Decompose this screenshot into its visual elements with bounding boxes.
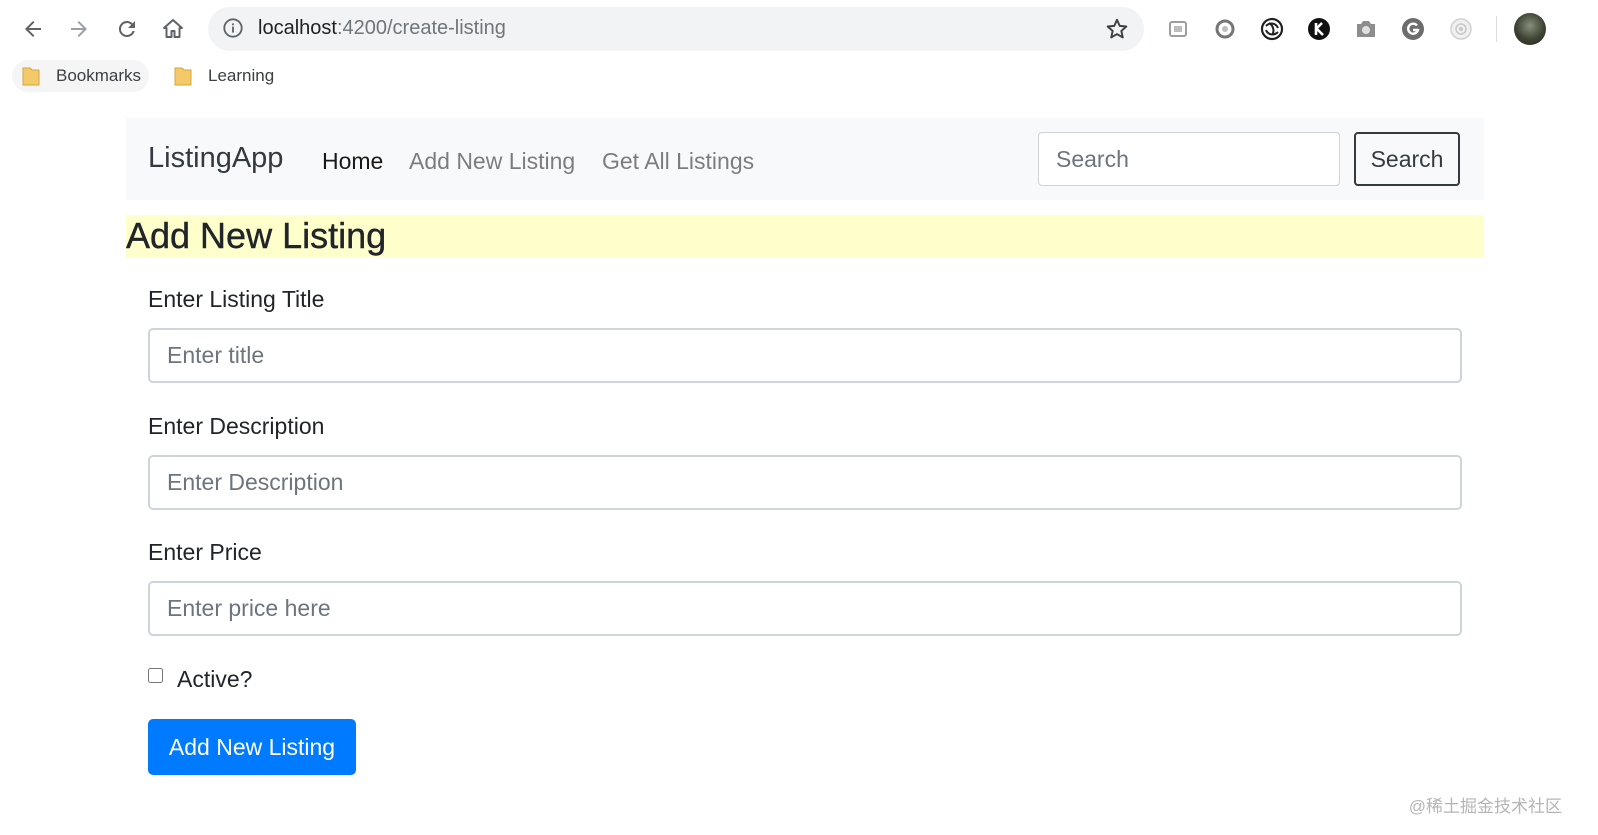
address-bar[interactable]: localhost:4200/create-listing <box>208 7 1144 51</box>
add-new-listing-button[interactable]: Add New Listing <box>148 719 356 775</box>
browser-chrome: localhost:4200/create-listing Bookmarks … <box>0 0 1598 100</box>
forward-button[interactable] <box>62 12 96 46</box>
extension-1-icon[interactable] <box>1164 15 1192 43</box>
home-button[interactable] <box>156 12 190 46</box>
extension-7-icon[interactable] <box>1447 15 1475 43</box>
search-button[interactable]: Search <box>1354 132 1460 186</box>
browser-toolbar: localhost:4200/create-listing <box>0 0 1598 58</box>
reload-icon <box>118 20 135 37</box>
bookmark-star-icon[interactable] <box>1104 16 1130 42</box>
bookmark-label: Learning <box>208 66 275 85</box>
bookmark-folder-bookmarks[interactable]: Bookmarks <box>12 60 150 92</box>
url-host: localhost <box>258 17 337 39</box>
extension-4-icon[interactable] <box>1305 15 1333 43</box>
nav-link-get-all-listings[interactable]: Get All Listings <box>602 148 754 175</box>
url-path: :4200/create-listing <box>336 17 506 39</box>
arrow-right-icon <box>71 21 87 37</box>
toolbar-separator <box>1496 16 1497 42</box>
folder-icon <box>174 67 192 86</box>
watermark: @稀土掘金技术社区 <box>1408 797 1562 816</box>
arrow-left-icon <box>25 21 41 37</box>
bookmark-label: Bookmarks <box>56 66 142 85</box>
info-icon[interactable] <box>222 17 244 39</box>
active-label[interactable]: Active? <box>177 666 252 693</box>
bookmarks-bar: Bookmarks Learning <box>0 58 1598 94</box>
grammarly-icon[interactable] <box>1399 15 1427 43</box>
profile-avatar[interactable] <box>1514 13 1546 45</box>
camera-icon[interactable] <box>1352 15 1380 43</box>
extension-2-icon[interactable] <box>1211 15 1239 43</box>
description-input[interactable] <box>148 455 1462 510</box>
description-label: Enter Description <box>148 413 325 439</box>
nav-link-add-new-listing[interactable]: Add New Listing <box>409 148 575 175</box>
reload-button[interactable] <box>110 12 144 46</box>
active-checkbox[interactable] <box>148 668 163 683</box>
folder-icon <box>22 67 40 86</box>
title-label: Enter Listing Title <box>148 286 325 312</box>
title-input[interactable] <box>148 328 1462 383</box>
page-title: Add New Listing <box>126 215 1484 257</box>
nav-link-home[interactable]: Home <box>322 148 383 175</box>
home-icon <box>163 19 183 38</box>
navbar-brand[interactable]: ListingApp <box>148 142 283 175</box>
bookmark-folder-learning[interactable]: Learning <box>166 60 282 92</box>
back-button[interactable] <box>16 12 50 46</box>
extension-3-icon[interactable] <box>1258 15 1286 43</box>
price-input[interactable] <box>148 581 1462 636</box>
navbar: ListingApp Home Add New Listing Get All … <box>126 118 1484 200</box>
url-text[interactable]: localhost:4200/create-listing <box>258 17 506 40</box>
search-input[interactable] <box>1038 132 1340 186</box>
price-label: Enter Price <box>148 539 262 565</box>
